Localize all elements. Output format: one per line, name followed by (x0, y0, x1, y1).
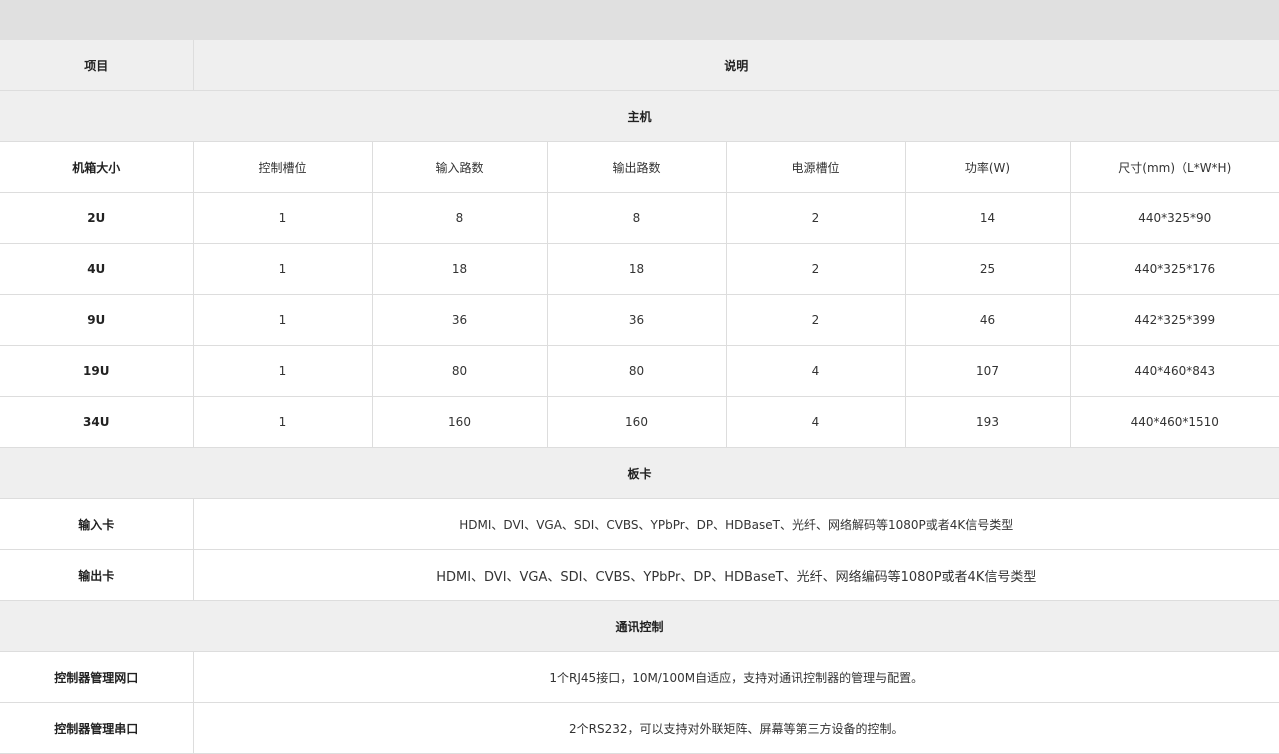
col-output-channels: 输出路数 (547, 141, 727, 193)
section-host-title: 主机 (0, 90, 1279, 142)
section-comm-title: 通讯控制 (0, 600, 1279, 652)
col-chassis-size: 机箱大小 (0, 141, 194, 193)
table-row: 4U 1 18 18 2 25 440*325*176 (0, 243, 1279, 295)
power-w: 46 (905, 294, 1071, 346)
chassis-size: 19U (0, 345, 194, 397)
control-slot: 1 (193, 192, 373, 244)
dimensions: 440*460*1510 (1070, 396, 1279, 448)
col-input-channels: 输入路数 (372, 141, 548, 193)
net-port-row: 控制器管理网口 1个RJ45接口，10M/100M自适应，支持对通讯控制器的管理… (0, 651, 1279, 703)
col-power-w: 功率(W) (905, 141, 1071, 193)
section-cards-title: 板卡 (0, 447, 1279, 499)
input-card-label: 输入卡 (0, 498, 194, 550)
power-w: 193 (905, 396, 1071, 448)
net-port-value: 1个RJ45接口，10M/100M自适应，支持对通讯控制器的管理与配置。 (193, 651, 1279, 703)
table-row: 9U 1 36 36 2 46 442*325*399 (0, 294, 1279, 346)
host-columns-row: 机箱大小 控制槽位 输入路数 输出路数 电源槽位 功率(W) 尺寸(mm)（L*… (0, 141, 1279, 193)
header-desc: 说明 (193, 40, 1279, 91)
output-channels: 18 (547, 243, 727, 295)
serial-port-label: 控制器管理串口 (0, 702, 194, 754)
output-card-row: 输出卡 HDMI、DVI、VGA、SDI、CVBS、YPbPr、DP、HDBas… (0, 549, 1279, 601)
input-card-row: 输入卡 HDMI、DVI、VGA、SDI、CVBS、YPbPr、DP、HDBas… (0, 498, 1279, 550)
col-power-slot: 电源槽位 (726, 141, 906, 193)
power-w: 14 (905, 192, 1071, 244)
power-slot: 2 (726, 294, 906, 346)
dimensions: 440*325*90 (1070, 192, 1279, 244)
input-channels: 160 (372, 396, 548, 448)
chassis-size: 9U (0, 294, 194, 346)
dimensions: 440*460*843 (1070, 345, 1279, 397)
table-row: 2U 1 8 8 2 14 440*325*90 (0, 192, 1279, 244)
table-row: 19U 1 80 80 4 107 440*460*843 (0, 345, 1279, 397)
serial-port-row: 控制器管理串口 2个RS232，可以支持对外联矩阵、屏幕等第三方设备的控制。 (0, 702, 1279, 754)
output-channels: 8 (547, 192, 727, 244)
table-row: 34U 1 160 160 4 193 440*460*1510 (0, 396, 1279, 448)
control-slot: 1 (193, 396, 373, 448)
power-w: 25 (905, 243, 1071, 295)
section-host-row: 主机 (0, 90, 1279, 142)
top-bar (0, 0, 1279, 40)
power-slot: 4 (726, 345, 906, 397)
input-channels: 18 (372, 243, 548, 295)
power-slot: 4 (726, 396, 906, 448)
chassis-size: 34U (0, 396, 194, 448)
header-item: 项目 (0, 40, 194, 91)
power-slot: 2 (726, 192, 906, 244)
dimensions: 442*325*399 (1070, 294, 1279, 346)
output-channels: 160 (547, 396, 727, 448)
input-channels: 36 (372, 294, 548, 346)
col-dimensions: 尺寸(mm)（L*W*H) (1070, 141, 1279, 193)
chassis-size: 2U (0, 192, 194, 244)
table-header-row: 项目 说明 (0, 40, 1279, 91)
output-channels: 80 (547, 345, 727, 397)
output-channels: 36 (547, 294, 727, 346)
control-slot: 1 (193, 243, 373, 295)
output-card-value: HDMI、DVI、VGA、SDI、CVBS、YPbPr、DP、HDBaseT、光… (193, 549, 1279, 601)
section-comm-row: 通讯控制 (0, 600, 1279, 652)
spec-table: 项目 说明 主机 机箱大小 控制槽位 输入路数 输出路数 电源槽位 功率(W) … (0, 40, 1279, 754)
chassis-size: 4U (0, 243, 194, 295)
serial-port-value: 2个RS232，可以支持对外联矩阵、屏幕等第三方设备的控制。 (193, 702, 1279, 754)
col-control-slot: 控制槽位 (193, 141, 373, 193)
input-channels: 80 (372, 345, 548, 397)
input-card-value: HDMI、DVI、VGA、SDI、CVBS、YPbPr、DP、HDBaseT、光… (193, 498, 1279, 550)
power-w: 107 (905, 345, 1071, 397)
section-cards-row: 板卡 (0, 447, 1279, 499)
control-slot: 1 (193, 345, 373, 397)
output-card-label: 输出卡 (0, 549, 194, 601)
input-channels: 8 (372, 192, 548, 244)
power-slot: 2 (726, 243, 906, 295)
net-port-label: 控制器管理网口 (0, 651, 194, 703)
control-slot: 1 (193, 294, 373, 346)
dimensions: 440*325*176 (1070, 243, 1279, 295)
